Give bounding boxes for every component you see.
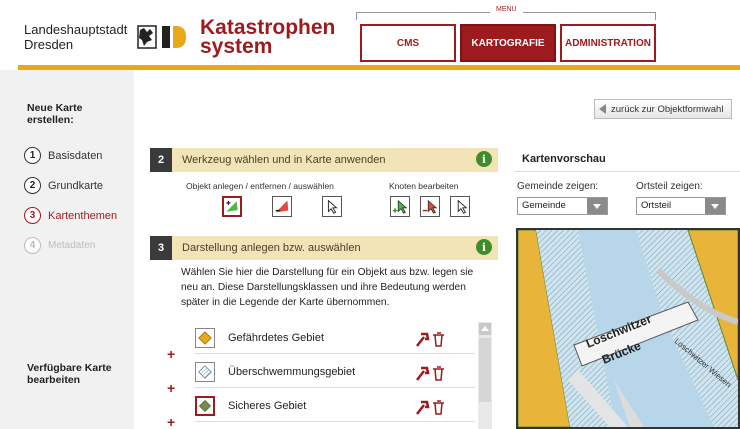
- menu-label-text: MENU: [490, 6, 523, 13]
- style-row[interactable]: Sicheres Gebiet: [195, 390, 475, 422]
- add-style-button[interactable]: +: [167, 415, 185, 429]
- edit-existing-map-link[interactable]: Verfügbare Karte bearbeiten: [27, 362, 112, 386]
- city-line-2: Dresden: [24, 37, 74, 52]
- edit-hammer-icon[interactable]: [416, 366, 430, 381]
- header: Landeshauptstadt Dresden Katastrophen sy…: [0, 0, 740, 66]
- city-name: Landeshauptstadt Dresden: [24, 22, 127, 52]
- style-row[interactable]: Gefährdetes Gebiet: [195, 322, 475, 354]
- menu-administration-button[interactable]: ADMINISTRATION: [560, 24, 656, 62]
- orange-diamond-icon: [195, 328, 215, 348]
- step-label: Kartenthemen: [48, 209, 118, 222]
- gemeinde-select-value: Gemeinde: [522, 200, 566, 211]
- add-style-button[interactable]: +: [167, 347, 185, 361]
- sidebar-title: Neue Karte erstellen:: [27, 102, 82, 126]
- green-diamond-icon: [195, 396, 215, 416]
- back-to-object-form-button[interactable]: zurück zur Objektformwahl: [594, 99, 732, 119]
- style-name: Überschwemmungsgebiet: [228, 366, 356, 378]
- step-number-2: 2: [24, 177, 41, 194]
- map-preview-title: Kartenvorschau: [522, 153, 606, 165]
- step-metadaten: 4 Metadaten: [24, 237, 95, 254]
- tool-group-object-label: Objekt anlegen / entfernen / auswählen: [186, 181, 334, 191]
- info-icon[interactable]: i: [476, 151, 492, 167]
- delete-trash-icon[interactable]: [433, 332, 444, 347]
- panel-number: 3: [150, 236, 172, 260]
- style-name: Gefährdetes Gebiet: [228, 332, 325, 344]
- arrow-left-icon: [599, 104, 606, 114]
- step-grundkarte[interactable]: 2 Grundkarte: [24, 177, 103, 194]
- ortsteil-label: Ortsteil zeigen:: [636, 181, 703, 192]
- add-style-button[interactable]: +: [167, 381, 185, 395]
- ortsteil-select-value: Ortsteil: [641, 200, 672, 211]
- menu-cms-button[interactable]: CMS: [360, 24, 456, 62]
- ortsteil-select[interactable]: Ortsteil: [636, 197, 726, 215]
- select-object-tool-button[interactable]: [322, 196, 342, 217]
- style-list-scrollbar[interactable]: [478, 322, 492, 429]
- chevron-down-icon: [587, 198, 607, 214]
- edit-hammer-icon[interactable]: [416, 332, 430, 347]
- scroll-thumb[interactable]: [479, 338, 491, 402]
- hatched-diamond-icon: [195, 362, 215, 382]
- scroll-up-icon[interactable]: [479, 323, 491, 335]
- panel-number: 2: [150, 148, 172, 172]
- brand-line-2: system: [200, 35, 273, 58]
- add-node-tool-button[interactable]: [390, 196, 410, 217]
- style-description: Wählen Sie hier die Darstellung für ein …: [181, 267, 474, 308]
- panel-style-header: 3 Darstellung anlegen bzw. auswählen i: [150, 236, 498, 260]
- delete-object-tool-button[interactable]: [272, 196, 292, 217]
- style-list: Gefährdetes Gebiet + Überschwemmungsgebi…: [163, 322, 491, 429]
- map-preview[interactable]: Loschwitzer Brücke Loschwitzer Wiesen: [516, 228, 740, 429]
- sidebar-title-line-2: erstellen:: [27, 114, 74, 126]
- gemeinde-select[interactable]: Gemeinde: [517, 197, 608, 215]
- panel-title: Werkzeug wählen und in Karte anwenden: [182, 154, 386, 166]
- step-number-1: 1: [24, 147, 41, 164]
- sidebar-title-line-1: Neue Karte: [27, 102, 83, 114]
- menu-group-label: MENU: [356, 6, 656, 20]
- step-number-3: 3: [24, 207, 41, 224]
- style-name: Sicheres Gebiet: [228, 400, 307, 412]
- info-icon[interactable]: i: [476, 239, 492, 255]
- move-node-tool-button[interactable]: [450, 196, 470, 217]
- city-logo-icon: [136, 22, 188, 52]
- step-label: Basisdaten: [48, 149, 103, 162]
- step-number-4: 4: [24, 237, 41, 254]
- menu-kartografie-button[interactable]: KARTOGRAFIE: [460, 24, 556, 62]
- divider: [514, 171, 740, 172]
- panel-title: Darstellung anlegen bzw. auswählen: [182, 242, 361, 254]
- edit-map-line-1: Verfügbare Karte: [27, 362, 112, 374]
- create-object-tool-button[interactable]: [222, 196, 242, 217]
- edit-map-line-2: bearbeiten: [27, 374, 81, 386]
- chevron-down-icon: [705, 198, 725, 214]
- panel-tool-header: 2 Werkzeug wählen und in Karte anwenden …: [150, 148, 498, 172]
- gemeinde-label: Gemeinde zeigen:: [517, 181, 599, 192]
- step-label: Metadaten: [48, 240, 96, 251]
- city-line-1: Landeshauptstadt: [24, 22, 128, 37]
- delete-trash-icon[interactable]: [433, 366, 444, 381]
- sidebar: Neue Karte erstellen: 1 Basisdaten 2 Gru…: [0, 70, 134, 429]
- tool-group-node-label: Knoten bearbeiten: [389, 181, 459, 191]
- remove-node-tool-button[interactable]: [420, 196, 440, 217]
- step-kartenthemen[interactable]: 3 Kartenthemen: [24, 207, 117, 224]
- step-label: Grundkarte: [48, 179, 104, 192]
- style-row[interactable]: Überschwemmungsgebiet: [195, 356, 475, 388]
- app-brand: Katastrophen system: [200, 17, 335, 58]
- step-basisdaten[interactable]: 1 Basisdaten: [24, 147, 102, 164]
- delete-trash-icon[interactable]: [433, 400, 444, 415]
- back-button-label: zurück zur Objektformwahl: [611, 103, 724, 115]
- edit-hammer-icon[interactable]: [416, 400, 430, 415]
